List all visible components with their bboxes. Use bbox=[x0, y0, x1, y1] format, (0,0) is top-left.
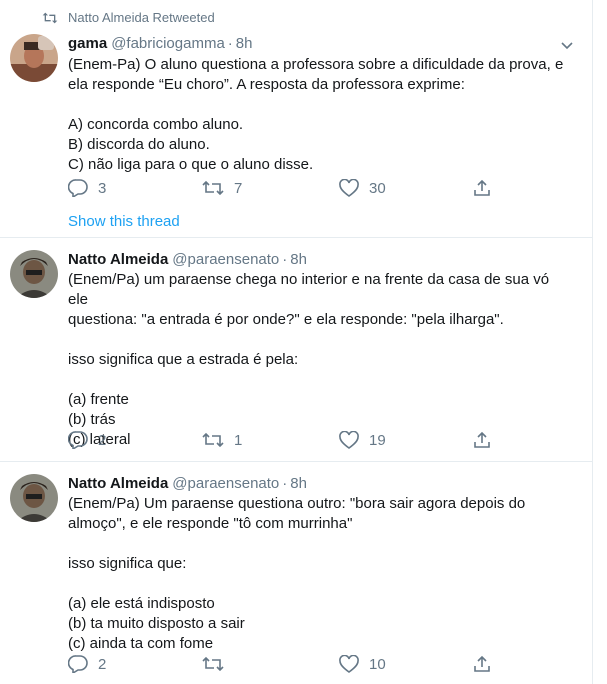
retweet-button[interactable]: 7 bbox=[202, 180, 242, 197]
tweet-line: isso significa que: bbox=[68, 555, 187, 572]
heart-icon bbox=[339, 431, 359, 449]
retweet-icon bbox=[202, 656, 224, 672]
like-count: 10 bbox=[369, 655, 386, 673]
tweet-line: (a) ele está indisposto bbox=[68, 595, 215, 612]
retweet-icon bbox=[202, 180, 224, 196]
author-handle[interactable]: @paraensenato bbox=[172, 250, 279, 270]
avatar[interactable] bbox=[10, 474, 58, 522]
tweet-line: (b) ta muito disposto a sair bbox=[68, 615, 245, 632]
retweet-button[interactable] bbox=[202, 656, 234, 672]
separator: · bbox=[227, 35, 233, 52]
heart-icon bbox=[339, 655, 359, 673]
tweet-actions: 2 10 bbox=[68, 654, 498, 674]
tweet-header: Natto Almeida @paraensenato · 8h bbox=[68, 474, 307, 494]
tweet[interactable]: Natto Almeida Retweeted gama @fabricioga… bbox=[0, 0, 592, 238]
heart-icon bbox=[339, 179, 359, 197]
tweet-text: (Enem/Pa) um paraense chega no interior … bbox=[68, 270, 573, 450]
reply-icon bbox=[68, 179, 88, 197]
avatar[interactable] bbox=[10, 34, 58, 82]
retweet-count: 1 bbox=[234, 431, 243, 449]
share-icon bbox=[474, 655, 490, 672]
share-button[interactable] bbox=[473, 431, 491, 449]
author-handle[interactable]: @paraensenato bbox=[172, 474, 279, 494]
tweet-header: gama @fabriciogamma · 8h bbox=[68, 34, 252, 54]
reply-button[interactable]: 2 bbox=[68, 431, 106, 449]
like-button[interactable]: 19 bbox=[339, 431, 386, 449]
timestamp[interactable]: 8h bbox=[236, 34, 253, 54]
tweet-line: B) discorda do aluno. bbox=[68, 136, 210, 153]
author-name[interactable]: Natto Almeida bbox=[68, 250, 168, 270]
tweet[interactable]: Natto Almeida @paraensenato · 8h (Enem/P… bbox=[0, 238, 592, 462]
retweet-count: 7 bbox=[234, 179, 243, 197]
tweet-text: (Enem-Pa) O aluno questiona a professora… bbox=[68, 55, 573, 175]
tweet[interactable]: Natto Almeida @paraensenato · 8h (Enem/P… bbox=[0, 462, 592, 683]
tweet-header: Natto Almeida @paraensenato · 8h bbox=[68, 250, 307, 270]
reply-count: 2 bbox=[98, 655, 107, 673]
retweet-banner-text: Natto Almeida Retweeted bbox=[68, 10, 215, 25]
author-handle[interactable]: @fabriciogamma bbox=[111, 34, 225, 54]
tweet-line: A) concorda combo aluno. bbox=[68, 116, 244, 133]
tweet-line: (Enem/Pa) Um paraense questiona outro: "… bbox=[68, 495, 526, 512]
tweet-line: almoço", e ele responde "tô com murrinha… bbox=[68, 515, 353, 532]
tweet-line: C) não liga para o que o aluno disse. bbox=[68, 156, 314, 173]
reply-count: 2 bbox=[98, 431, 107, 449]
tweet-line: (a) frente bbox=[68, 391, 129, 408]
timestamp[interactable]: 8h bbox=[290, 250, 307, 270]
like-button[interactable]: 30 bbox=[339, 179, 386, 197]
timeline-feed: Natto Almeida Retweeted gama @fabricioga… bbox=[0, 0, 593, 684]
reply-count: 3 bbox=[98, 179, 107, 197]
reply-button[interactable]: 2 bbox=[68, 655, 106, 673]
reply-button[interactable]: 3 bbox=[68, 179, 106, 197]
retweet-icon bbox=[42, 12, 58, 24]
author-name[interactable]: gama bbox=[68, 34, 107, 54]
timestamp[interactable]: 8h bbox=[290, 474, 307, 494]
retweet-icon bbox=[202, 432, 224, 448]
share-icon bbox=[474, 179, 490, 196]
retweet-banner: Natto Almeida Retweeted bbox=[42, 10, 215, 25]
separator: · bbox=[282, 251, 288, 268]
retweet-button[interactable]: 1 bbox=[202, 432, 242, 449]
reply-icon bbox=[68, 655, 88, 673]
share-icon bbox=[474, 431, 490, 448]
tweet-actions: 2 1 19 bbox=[68, 430, 498, 450]
tweet-line: ela responde “Eu choro”. A resposta da p… bbox=[68, 76, 465, 93]
share-button[interactable] bbox=[473, 655, 491, 673]
like-button[interactable]: 10 bbox=[339, 655, 386, 673]
share-button[interactable] bbox=[473, 179, 491, 197]
tweet-line: questiona: "a entrada é por onde?" e ela… bbox=[68, 311, 504, 328]
tweet-line: (c) ainda ta com fome bbox=[68, 635, 214, 652]
show-thread-link[interactable]: Show this thread bbox=[68, 212, 180, 232]
tweet-line: (Enem-Pa) O aluno questiona a professora… bbox=[68, 56, 564, 73]
like-count: 30 bbox=[369, 179, 386, 197]
tweet-line: (Enem/Pa) um paraense chega no interior … bbox=[68, 271, 550, 308]
tweet-actions: 3 7 30 bbox=[68, 178, 498, 198]
tweet-text: (Enem/Pa) Um paraense questiona outro: "… bbox=[68, 494, 573, 654]
like-count: 19 bbox=[369, 431, 386, 449]
separator: · bbox=[282, 475, 288, 492]
chevron-down-icon[interactable] bbox=[560, 38, 574, 55]
reply-icon bbox=[68, 431, 88, 449]
tweet-line: (b) trás bbox=[68, 411, 116, 428]
avatar[interactable] bbox=[10, 250, 58, 298]
tweet-line: isso significa que a estrada é pela: bbox=[68, 351, 299, 368]
author-name[interactable]: Natto Almeida bbox=[68, 474, 168, 494]
